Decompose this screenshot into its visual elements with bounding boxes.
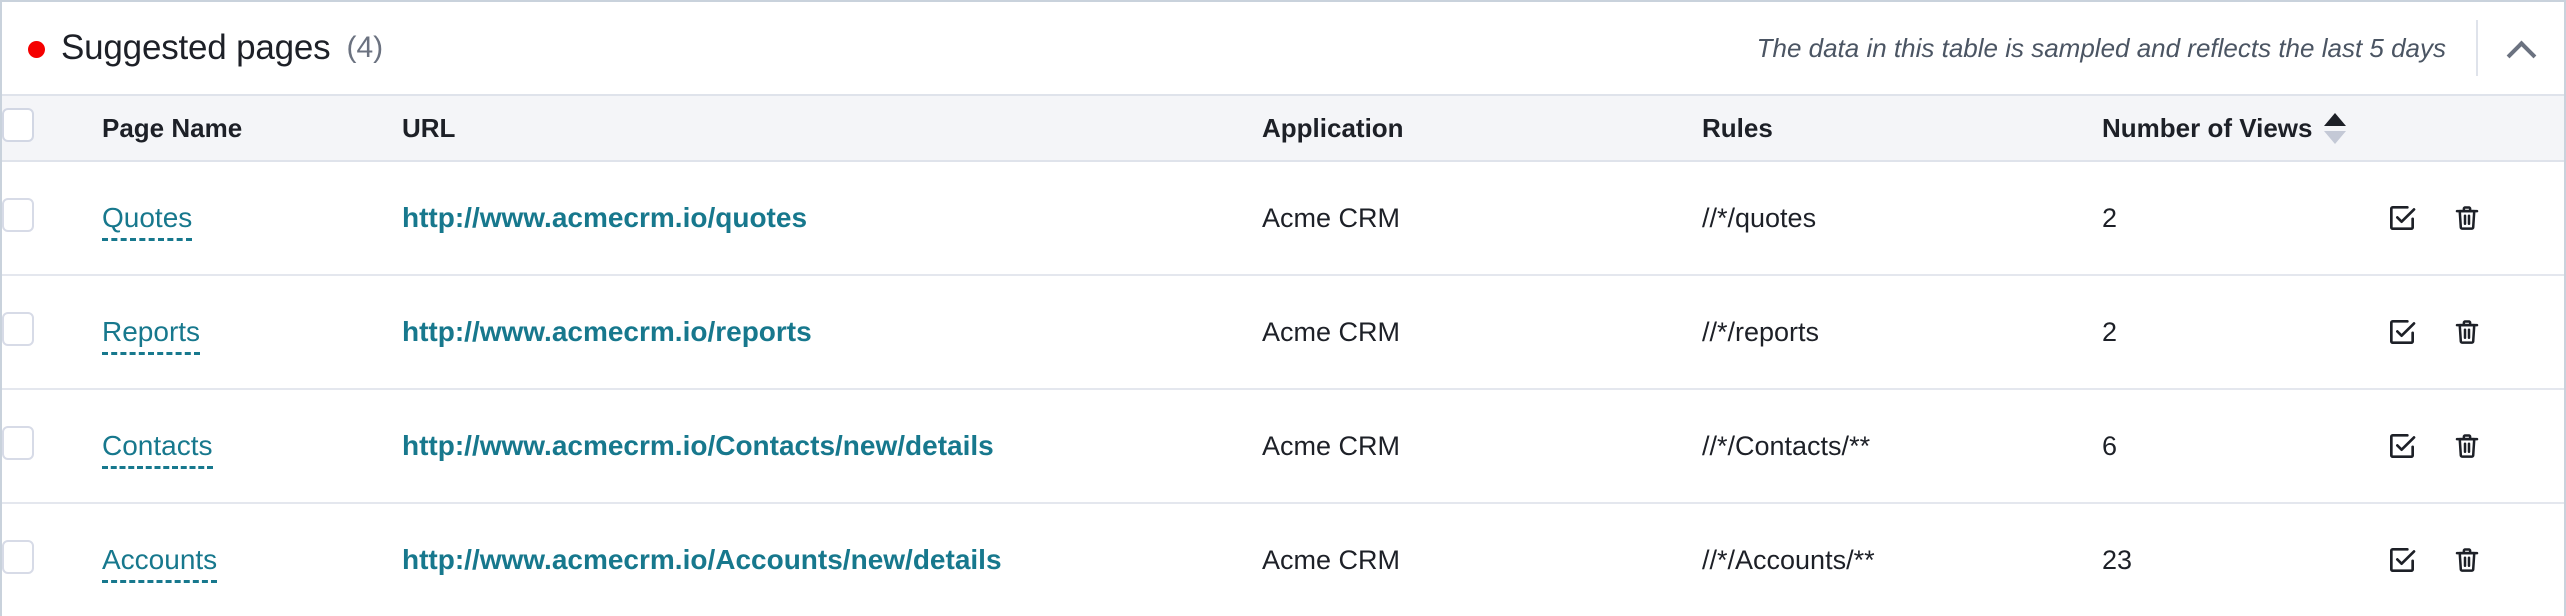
url-link[interactable]: http://www.acmecrm.io/quotes — [402, 202, 807, 233]
row-checkbox[interactable] — [2, 197, 34, 232]
table-row[interactable]: Accounts http://www.acmecrm.io/Accounts/… — [2, 503, 2564, 616]
table-body: Quotes http://www.acmecrm.io/quotes Acme… — [2, 161, 2564, 616]
suggested-pages-card: Suggested pages (4) The data in this tab… — [0, 0, 2566, 616]
actions-cell — [2382, 503, 2564, 616]
page-title: Suggested pages — [61, 28, 331, 67]
url-cell: http://www.acmecrm.io/Accounts/new/detai… — [402, 503, 1262, 616]
url-link[interactable]: http://www.acmecrm.io/reports — [402, 316, 812, 347]
table-row[interactable]: Quotes http://www.acmecrm.io/quotes Acme… — [2, 161, 2564, 275]
delete-button[interactable] — [2452, 430, 2482, 462]
rules-cell: //*/quotes — [1702, 202, 1817, 233]
checkbox-check-icon — [2390, 548, 2416, 572]
column-header-number-of-views[interactable]: Number of Views — [2102, 95, 2382, 161]
sampled-data-note: The data in this table is sampled and re… — [1756, 32, 2446, 63]
select-all-checkbox[interactable] — [2, 107, 34, 142]
row-checkbox[interactable] — [2, 539, 34, 574]
actions-cell — [2382, 389, 2564, 503]
rules-cell: //*/Accounts/** — [1702, 544, 1875, 575]
rules-cell: //*/reports — [1702, 316, 1820, 347]
delete-button[interactable] — [2452, 202, 2482, 234]
page-name-link[interactable]: Reports — [102, 316, 201, 355]
trash-icon — [2455, 206, 2479, 230]
header-right-group: The data in this table is sampled and re… — [1757, 2, 2564, 94]
row-select-cell — [2, 389, 102, 503]
column-header-actions — [2382, 95, 2564, 161]
sort-descending-icon — [2324, 130, 2347, 144]
delete-button[interactable] — [2452, 544, 2482, 576]
table-row[interactable]: Reports http://www.acmecrm.io/reports Ac… — [2, 275, 2564, 389]
select-all-header — [2, 95, 102, 161]
approve-button[interactable] — [2386, 430, 2418, 462]
table-header-row: Page Name URL Application Rules Number o… — [2, 95, 2564, 161]
page-name-cell: Contacts — [102, 389, 402, 503]
url-cell: http://www.acmecrm.io/Contacts/new/detai… — [402, 389, 1262, 503]
table-row[interactable]: Contacts http://www.acmecrm.io/Contacts/… — [2, 389, 2564, 503]
table-header: Page Name URL Application Rules Number o… — [2, 95, 2564, 161]
trash-icon — [2455, 320, 2479, 344]
row-select-cell — [2, 275, 102, 389]
trash-icon — [2455, 548, 2479, 572]
column-header-page-name[interactable]: Page Name — [102, 95, 402, 161]
page-name-link[interactable]: Quotes — [102, 202, 193, 241]
page-name-link[interactable]: Contacts — [102, 430, 213, 469]
approve-button[interactable] — [2386, 544, 2418, 576]
checkbox-check-icon — [2390, 434, 2416, 458]
page-name-link[interactable]: Accounts — [102, 544, 218, 583]
rules-cell: //*/Contacts/** — [1702, 430, 1871, 461]
views-cell: 23 — [2102, 544, 2133, 575]
delete-button[interactable] — [2452, 316, 2482, 348]
column-header-url[interactable]: URL — [402, 95, 1262, 161]
column-header-rules[interactable]: Rules — [1702, 95, 2102, 161]
page-name-cell: Accounts — [102, 503, 402, 616]
views-cell: 2 — [2102, 202, 2118, 233]
suggested-pages-table: Page Name URL Application Rules Number o… — [2, 94, 2564, 616]
approve-button[interactable] — [2386, 316, 2418, 348]
row-select-cell — [2, 161, 102, 275]
page-name-cell: Reports — [102, 275, 402, 389]
application-cell: Acme CRM — [1262, 316, 1401, 347]
application-cell: Acme CRM — [1262, 430, 1401, 461]
chevron-up-icon — [2508, 41, 2534, 55]
application-cell: Acme CRM — [1262, 544, 1401, 575]
column-header-number-of-views-label: Number of Views — [2102, 112, 2313, 143]
url-link[interactable]: http://www.acmecrm.io/Accounts/new/detai… — [402, 544, 1002, 575]
actions-cell — [2382, 275, 2564, 389]
row-checkbox[interactable] — [2, 425, 34, 460]
views-cell: 6 — [2102, 430, 2118, 461]
url-link[interactable]: http://www.acmecrm.io/Contacts/new/detai… — [402, 430, 994, 461]
actions-cell — [2382, 161, 2564, 275]
sort-ascending-icon — [2324, 112, 2347, 126]
row-checkbox[interactable] — [2, 311, 34, 346]
approve-button[interactable] — [2386, 202, 2418, 234]
collapse-section-button[interactable] — [2478, 2, 2564, 94]
checkbox-check-icon — [2390, 206, 2416, 230]
application-cell: Acme CRM — [1262, 202, 1401, 233]
page-count: (4) — [346, 31, 384, 64]
status-dot-icon — [28, 40, 45, 58]
trash-icon — [2455, 434, 2479, 458]
checkbox-check-icon — [2390, 320, 2416, 344]
sort-toggle[interactable] — [2324, 112, 2347, 144]
url-cell: http://www.acmecrm.io/quotes — [402, 161, 1262, 275]
card-header: Suggested pages (4) The data in this tab… — [2, 2, 2564, 94]
views-cell: 2 — [2102, 316, 2118, 347]
url-cell: http://www.acmecrm.io/reports — [402, 275, 1262, 389]
page-name-cell: Quotes — [102, 161, 402, 275]
row-select-cell — [2, 503, 102, 616]
column-header-application[interactable]: Application — [1262, 95, 1702, 161]
